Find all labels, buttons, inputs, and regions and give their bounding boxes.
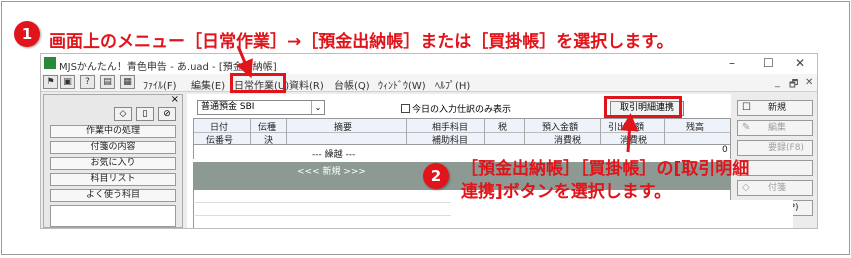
left-item-in-progress[interactable]: 作業中の処理 <box>50 125 176 138</box>
menu-ledger[interactable]: 台帳(Q) <box>334 77 370 92</box>
header-description: 摘要 <box>334 123 353 133</box>
menu-file[interactable]: ﾌｧｲﾙ(F) <box>143 77 177 92</box>
sticky-note-icon: ◇ <box>742 182 750 193</box>
menu-edit[interactable]: 編集(E) <box>191 77 225 92</box>
left-list-panel <box>50 205 176 227</box>
daily-work-highlight <box>230 73 286 93</box>
maximize-button[interactable]: ☐ <box>763 56 774 70</box>
new-entry-label: <<< 新規 >>> <box>297 167 366 177</box>
step-2-instruction-line2: 連携]ボタンを選択します。 <box>461 182 672 202</box>
header-balance: 残高 <box>686 123 705 133</box>
title-bar: MJSかんたん！青色申告 - あ.uad - [預金出納帳] – ☐ ✕ <box>41 54 817 74</box>
register-button-label: 要録(F8) <box>768 143 804 153</box>
edit-button-label: 編集 <box>768 123 787 133</box>
mdi-minimize-button[interactable]: _ <box>775 77 780 88</box>
minimize-button[interactable]: – <box>729 56 735 70</box>
step-2-number: 2 <box>430 167 442 185</box>
toolbar-help-icon[interactable]: ? <box>80 75 95 89</box>
app-icon <box>44 57 56 69</box>
new-button-label: 新規 <box>768 103 787 113</box>
left-item-sticky-notes[interactable]: 付箋の内容 <box>50 141 176 154</box>
application-window: MJSかんたん！青色申告 - あ.uad - [預金出納帳] – ☐ ✕ ⚑ ▣… <box>40 53 818 229</box>
menu-help[interactable]: ﾍﾙﾌﾟ(H) <box>435 77 470 92</box>
close-button[interactable]: ✕ <box>795 56 805 70</box>
window-title: MJSかんたん！青色申告 - あ.uad - [預金出納帳] <box>59 62 277 73</box>
today-only-checkbox[interactable]: 今日の入力仕訳のみ表示 <box>401 102 511 115</box>
header-slip-type: 伝種 <box>258 123 277 133</box>
col-divider <box>524 119 525 144</box>
sticky-note-button[interactable]: ◇ 付箋 <box>737 180 813 196</box>
checkbox-box[interactable] <box>401 104 410 113</box>
left-pane: × ◇ ▯ ⊘ 作業中の処理 付箋の内容 お気に入り 科目リスト よく使う科目 <box>43 94 183 228</box>
header-tax: 税 <box>498 123 508 133</box>
account-select-value: 普通預金 SBI <box>201 102 255 112</box>
step-1-number: 1 <box>21 25 33 43</box>
menu-window[interactable]: ｳｨﾝﾄﾞｳ(W) <box>378 77 426 92</box>
carry-forward-label: --- 繰越 --- <box>312 150 356 160</box>
menu-materials[interactable]: 資料(R) <box>289 77 324 92</box>
col-divider <box>664 119 665 144</box>
toolbar-window-icon[interactable]: ▤ <box>100 75 115 89</box>
toolbar-calendar-icon[interactable]: ▦ <box>120 75 135 89</box>
tag-icon[interactable]: ⊘ <box>158 107 176 121</box>
screenshot-frame: 1 画面上のメニュー［日常作業］→［預金出納帳］または［買掛帳］を選択します。 … <box>1 1 850 255</box>
new-button[interactable]: ☐ 新規 <box>737 100 813 116</box>
eraser-icon[interactable]: ◇ <box>114 107 132 121</box>
header-date: 日付 <box>210 123 229 133</box>
account-select[interactable]: 普通預金 SBI ⌄ <box>197 100 325 115</box>
edit-button[interactable]: ✎ 編集 <box>737 120 813 136</box>
mdi-restore-button[interactable]: 🗗 <box>789 77 798 94</box>
col-divider <box>286 119 287 144</box>
step-1-badge: 1 <box>14 21 40 47</box>
today-only-label: 今日の入力仕訳のみ表示 <box>412 105 512 115</box>
col-divider <box>250 119 251 144</box>
step-2-overlay <box>451 200 793 228</box>
step-1-instruction: 画面上のメニュー［日常作業］→［預金出納帳］または［買掛帳］を選択します。 <box>49 32 674 52</box>
chevron-down-icon: ⌄ <box>311 101 324 114</box>
header-deposit: 預入金額 <box>542 123 579 133</box>
sticky-note-label: 付箋 <box>768 183 787 193</box>
book-icon[interactable]: ▯ <box>136 107 154 121</box>
left-item-favorites[interactable]: お気に入り <box>50 157 176 170</box>
col-divider <box>406 119 407 144</box>
new-icon: ☐ <box>742 102 751 113</box>
mdi-close-button[interactable]: ✕ <box>805 77 813 88</box>
edit-icon: ✎ <box>742 122 751 133</box>
header-counter-account: 相手科目 <box>432 123 469 133</box>
menu-bar: ⚑ ▣ ? ▤ ▦ ﾌｧｲﾙ(F) 編集(E) 日常作業(U) 資料(R) 台帳… <box>41 74 817 92</box>
link-button-highlight <box>604 96 682 118</box>
left-item-frequent-accounts[interactable]: よく使う科目 <box>50 189 176 202</box>
ledger-header: 日付 伝種 摘要 相手科目 税 預入金額 引出金額 残高 伝番号 決 補助科目 … <box>193 118 731 146</box>
left-pane-close-icon[interactable]: × <box>171 94 179 105</box>
step-2-instruction-line1: ［預金出納帳］［買掛帳］の[取引明細 <box>461 159 750 179</box>
toolbar-flag-icon[interactable]: ⚑ <box>43 75 58 89</box>
toolbar-save-icon[interactable]: ▣ <box>60 75 75 89</box>
col-divider <box>484 119 485 144</box>
left-item-account-list[interactable]: 科目リスト <box>50 173 176 186</box>
col-divider <box>600 119 601 144</box>
header-withdrawal: 引出金額 <box>608 123 645 133</box>
step-2-badge: 2 <box>423 163 449 189</box>
